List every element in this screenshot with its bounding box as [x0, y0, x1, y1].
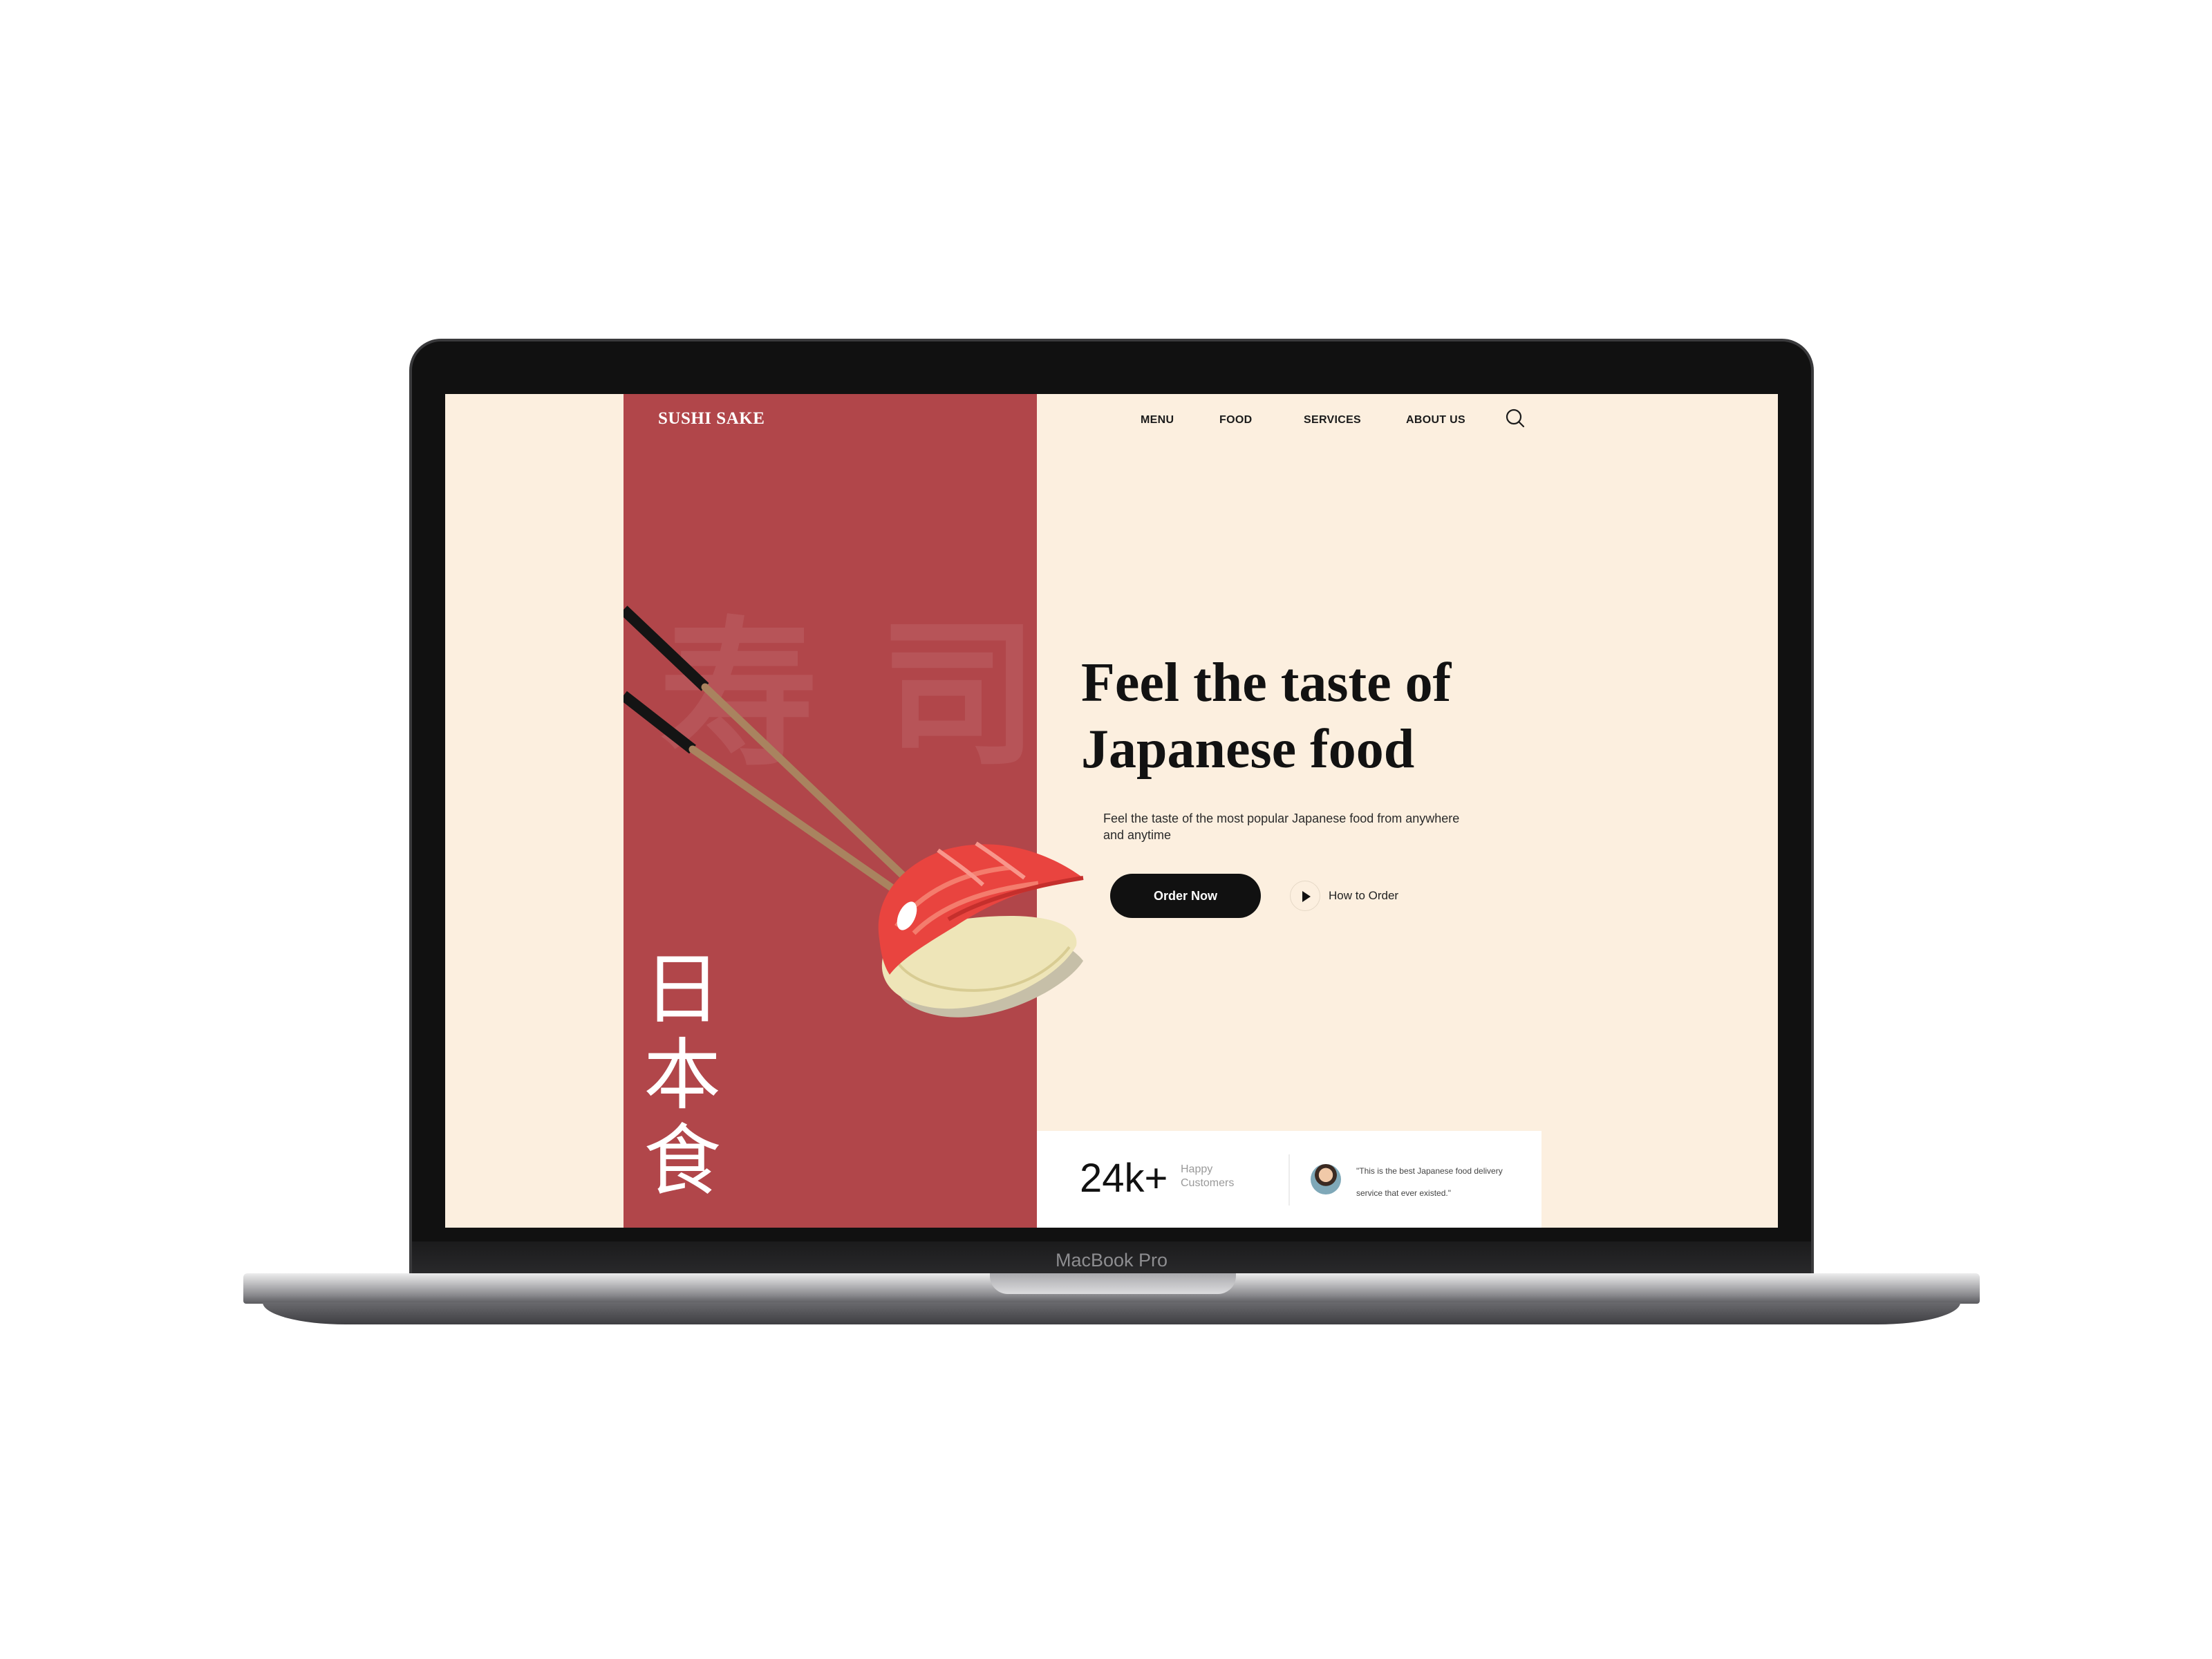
stats-divider	[1288, 1154, 1290, 1206]
brand-logo[interactable]: SUSHI SAKE	[658, 408, 765, 430]
customers-label: Happy Customers	[1181, 1163, 1235, 1189]
laptop-base-bottom	[263, 1302, 1960, 1324]
order-now-button[interactable]: Order Now	[1110, 874, 1261, 918]
nav-food[interactable]: FOOD	[1219, 409, 1252, 431]
hero-subtext: Feel the taste of the most popular Japan…	[1103, 812, 1460, 842]
laptop-model-label: MacBook Pro	[1055, 1250, 1168, 1271]
laptop-screen: 寿 司 SUSHI SAKE MENU FOOD SERVICES ABOUT …	[445, 394, 1778, 1228]
avatar	[1311, 1164, 1341, 1194]
kanji-char: 日	[644, 945, 721, 1035]
nav-about-us[interactable]: ABOUT US	[1406, 409, 1465, 431]
search-icon[interactable]	[1503, 406, 1528, 431]
how-to-order-label: How to Order	[1329, 889, 1399, 902]
play-icon	[1302, 891, 1311, 902]
nav-services[interactable]: SERVICES	[1304, 409, 1361, 431]
hero-headline-line-1: Feel the taste of	[1081, 653, 1452, 713]
testimonial-quote: "This is the best Japanese food delivery…	[1356, 1166, 1503, 1198]
nav-menu[interactable]: MENU	[1141, 409, 1174, 431]
kanji-char: 食	[644, 1116, 721, 1206]
hero-headline: Feel the taste of Japanese food	[1081, 650, 1537, 782]
kanji-char: 本	[644, 1031, 721, 1121]
stats-card: 24k+ Happy Customers "This is the best J…	[1037, 1131, 1541, 1228]
play-button-circle[interactable]	[1290, 881, 1320, 911]
laptop-opening-notch	[990, 1273, 1236, 1294]
hero-headline-line-2: Japanese food	[1081, 719, 1415, 780]
customers-count: 24k+	[1080, 1156, 1168, 1201]
vertical-kanji: 日 本 食	[630, 947, 734, 1204]
